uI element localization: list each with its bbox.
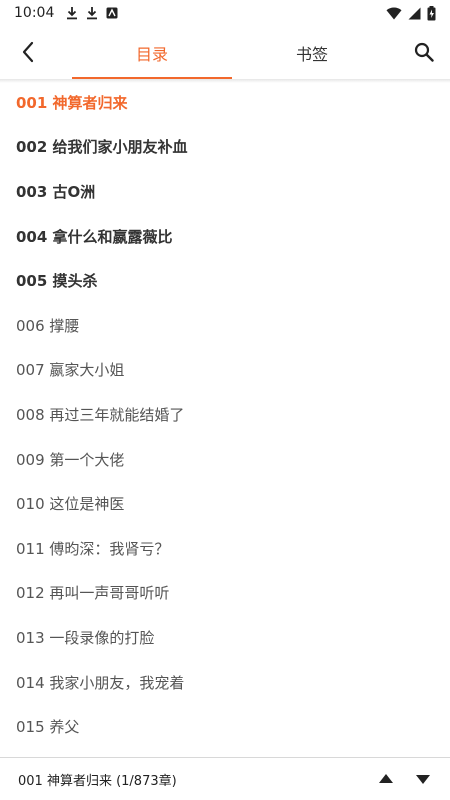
scroll-down-button[interactable] [414,772,432,786]
chapter-item[interactable]: 001 神算者归来 [0,80,450,125]
chapter-list: 001 神算者归来 002 给我们家小朋友补血 003 古O洲 004 拿什么和嬴露薇… [0,80,450,749]
wifi-icon [386,7,402,20]
chapter-item[interactable]: 015 养父 [0,704,450,749]
triangle-down-icon [414,772,432,786]
status-notification-icons [66,6,118,20]
chapter-item[interactable]: 007 嬴家大小姐 [0,348,450,393]
back-button[interactable] [14,38,42,66]
battery-charging-icon [427,5,436,21]
chapter-item[interactable]: 006 撑腰 [0,303,450,348]
download-icon [86,6,98,20]
bottom-bar: 001 神算者归来 (1/873章) [0,757,450,800]
download-icon [66,6,78,20]
current-chapter-status: 001 神算者归来 (1/873章) [18,773,177,789]
chapter-item[interactable]: 008 再过三年就能结婚了 [0,392,450,437]
chapter-item[interactable]: 004 拿什么和嬴露薇比 [0,214,450,259]
search-button[interactable] [410,38,438,66]
signal-icon [408,7,421,20]
status-time: 10:04 [14,5,55,21]
chapter-item[interactable]: 010 这位是神医 [0,481,450,526]
tab-toc[interactable]: 目录 [72,26,232,79]
chapter-item[interactable]: 003 古O洲 [0,169,450,214]
chapter-item[interactable]: 002 给我们家小朋友补血 [0,125,450,170]
toc-header: 目录 书签 [0,26,450,79]
chapter-item[interactable]: 012 再叫一声哥哥听听 [0,571,450,616]
chapter-item[interactable]: 013 一段录像的打脸 [0,615,450,660]
scroll-up-button[interactable] [377,772,395,786]
status-bar: 10:04 [0,0,450,26]
chapter-item[interactable]: 014 我家小朋友，我宠着 [0,660,450,705]
search-icon [414,42,434,62]
chevron-left-icon [21,41,35,63]
triangle-up-icon [377,772,395,786]
tab-bookmarks[interactable]: 书签 [232,26,392,79]
app-notification-icon [106,7,118,19]
chapter-item[interactable]: 009 第一个大佬 [0,437,450,482]
status-system-icons [386,5,436,21]
chapter-item[interactable]: 005 摸头杀 [0,258,450,303]
chapter-item[interactable]: 011 傅昀深：我肾亏？ [0,526,450,571]
